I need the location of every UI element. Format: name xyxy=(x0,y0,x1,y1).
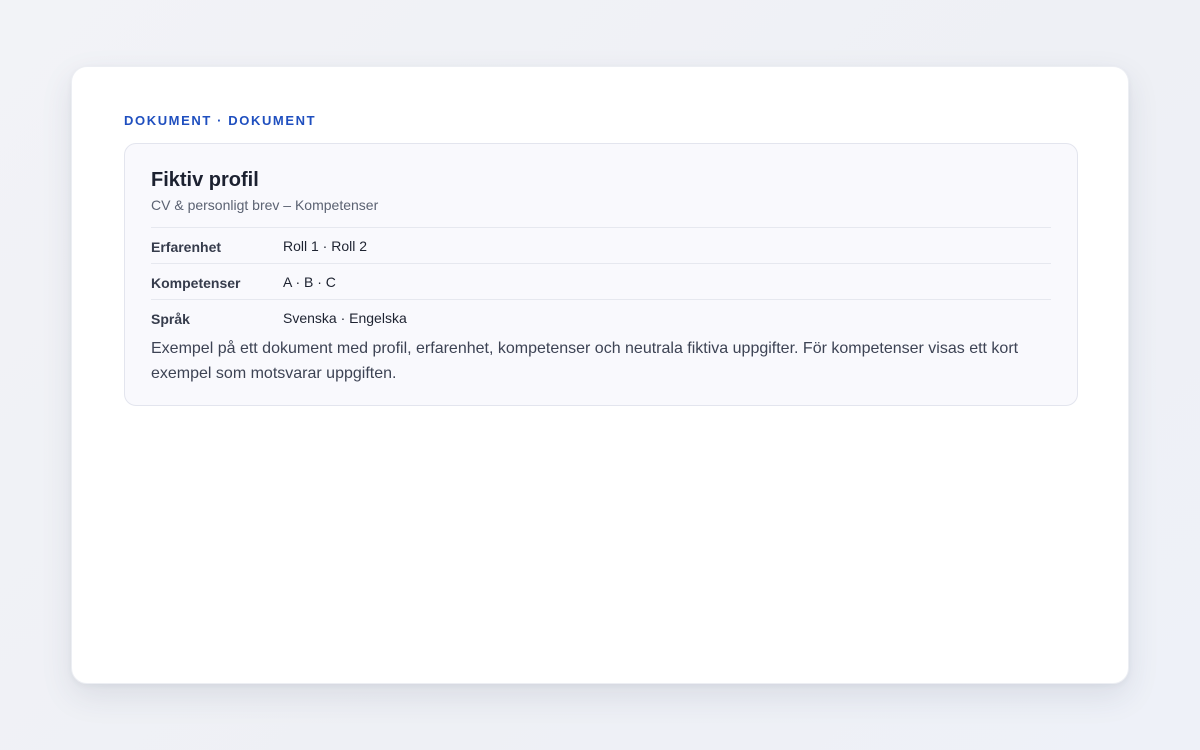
profile-subtitle: CV & personligt brev – Kompetenser xyxy=(151,197,379,213)
detail-row-languages: Språk Svenska · Engelska xyxy=(151,300,1051,336)
detail-value: Roll 1 · Roll 2 xyxy=(283,237,368,254)
detail-value: A · B · C xyxy=(283,273,336,290)
profile-description: Exempel på ett dokument med profil, erfa… xyxy=(151,340,1019,382)
profile-details: Erfarenhet Roll 1 · Roll 2 Kompetenser A… xyxy=(151,227,1051,336)
document-card: DOKUMENT · DOKUMENT Fiktiv profil CV & p… xyxy=(71,66,1129,684)
profile-title: Fiktiv profil xyxy=(151,169,259,191)
section-eyebrow: DOKUMENT · DOKUMENT xyxy=(124,113,317,128)
detail-label: Erfarenhet xyxy=(151,238,222,255)
detail-value: Svenska · Engelska xyxy=(283,310,407,326)
detail-label: Kompetenser xyxy=(151,274,241,291)
detail-row-experience: Erfarenhet Roll 1 · Roll 2 xyxy=(151,228,1051,264)
detail-label: Språk xyxy=(151,311,190,327)
profile-panel: Fiktiv profil CV & personligt brev – Kom… xyxy=(124,143,1078,406)
detail-row-skills: Kompetenser A · B · C xyxy=(151,264,1051,300)
